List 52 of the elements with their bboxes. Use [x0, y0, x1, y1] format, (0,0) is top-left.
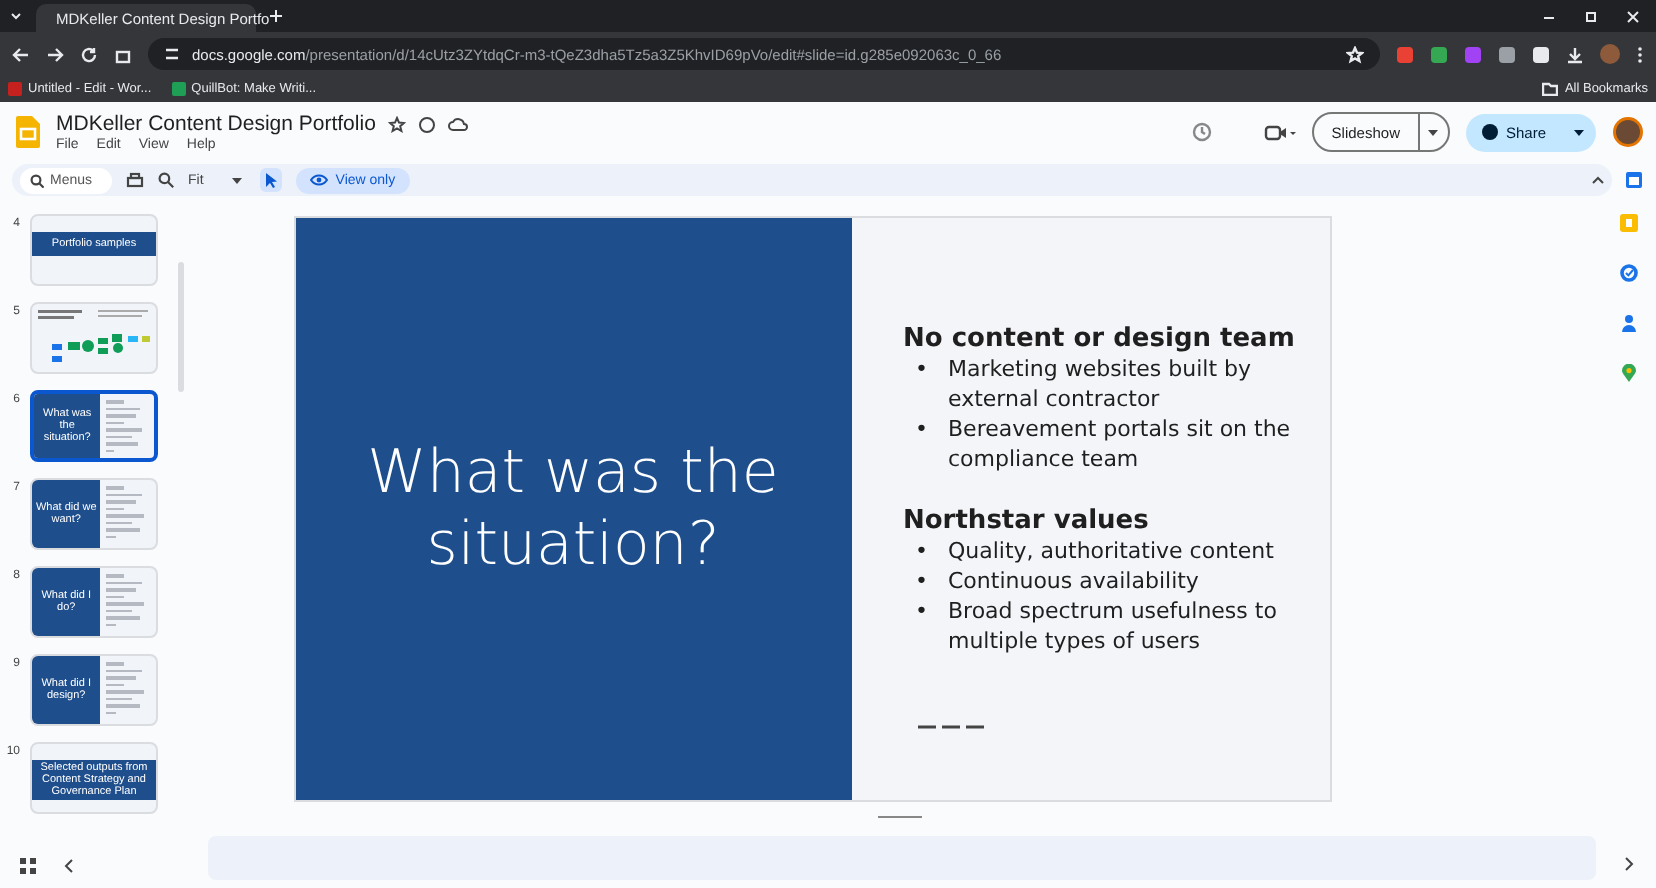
folder-icon [1542, 82, 1559, 96]
section-heading: No content or design team [903, 324, 1297, 354]
contacts-icon[interactable] [1621, 314, 1635, 332]
reload-icon[interactable] [80, 45, 98, 63]
star-icon[interactable] [387, 115, 406, 133]
bookmark-favicon-icon [171, 82, 186, 96]
document-title: MDKeller Content Design Portfolio [56, 112, 376, 136]
dash-line-drawing [917, 724, 985, 730]
close-icon[interactable] [1626, 9, 1640, 23]
bookmark-favicon-icon [8, 82, 22, 96]
expand-panel-icon[interactable] [1623, 856, 1633, 872]
bullet-marker: • [915, 566, 928, 596]
slide-title: What was the situation? [365, 438, 781, 580]
site-info-icon [164, 46, 180, 62]
tab-list-icon[interactable] [8, 8, 24, 24]
bullet-item: Bereavement portals sit on the compliance team [948, 414, 1293, 474]
print-icon[interactable] [126, 171, 144, 189]
bullet-marker: • [915, 354, 928, 386]
slide-thumbnail[interactable] [30, 302, 158, 374]
restore-icon[interactable] [1584, 9, 1598, 23]
tasks-icon[interactable] [1619, 264, 1637, 282]
download-icon[interactable] [1566, 45, 1584, 63]
section-heading: Northstar values [903, 506, 1151, 536]
account-avatar-icon[interactable] [1612, 116, 1644, 148]
bullet-item: Continuous availability [948, 566, 1199, 596]
map-pin-icon[interactable] [1621, 364, 1635, 382]
caret-icon [231, 177, 242, 183]
bookmark-star-icon[interactable] [1346, 45, 1364, 63]
grid-view-icon[interactable] [20, 858, 36, 874]
forward-icon[interactable] [46, 45, 64, 63]
collapse-panel-icon[interactable] [64, 858, 74, 874]
bullet-item: Broad spectrum usefulness to multiple types of users [948, 596, 1279, 656]
back-icon[interactable] [12, 45, 30, 63]
video-call-icon[interactable] [1263, 123, 1296, 141]
resize-handle[interactable] [878, 816, 922, 818]
new-tab-icon[interactable] [268, 8, 284, 24]
bullet-item: Quality, authoritative content [948, 536, 1274, 566]
calendar-icon[interactable] [1624, 170, 1644, 190]
caret-icon[interactable] [1428, 129, 1439, 135]
bullet-marker: • [915, 536, 928, 566]
bullet-marker: • [915, 414, 928, 446]
bullet-item: Marketing websites built by external contractor [948, 354, 1254, 414]
select-pointer-icon[interactable] [263, 172, 278, 188]
eye-icon [309, 174, 328, 186]
collapse-icon[interactable] [1592, 176, 1604, 184]
caret-icon [1574, 129, 1584, 135]
cloud-status-icon[interactable] [447, 116, 468, 132]
history-icon[interactable] [1191, 122, 1212, 142]
bullet-marker: • [915, 596, 928, 628]
zoom-icon[interactable] [158, 172, 174, 188]
more-icon[interactable] [1636, 45, 1644, 63]
search-icon [30, 173, 44, 187]
